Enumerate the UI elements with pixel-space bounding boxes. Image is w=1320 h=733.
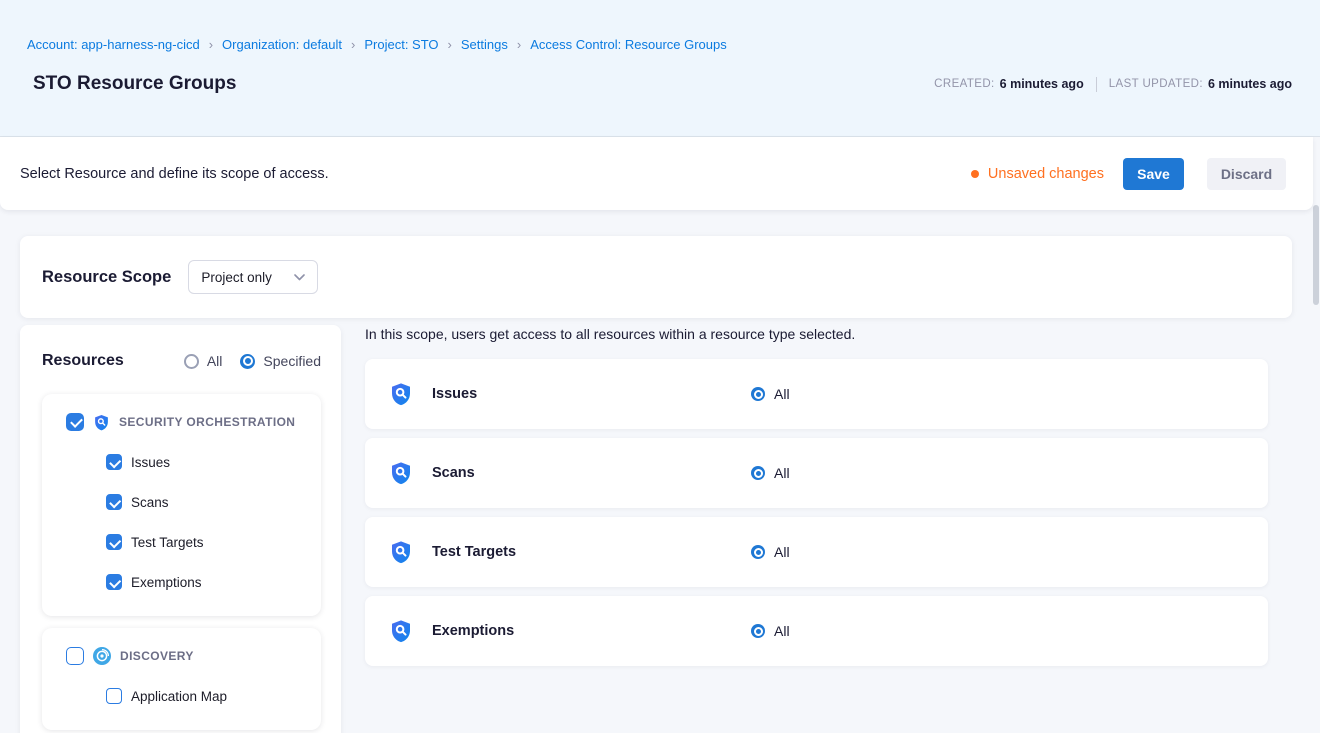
resource-row: Exemptions All (365, 596, 1268, 666)
chevron-down-icon (294, 274, 305, 281)
radio-option-specified[interactable]: Specified (240, 353, 321, 369)
resources-mode-radios: All Specified (184, 353, 321, 369)
discard-button[interactable]: Discard (1207, 158, 1286, 190)
shield-search-icon (389, 382, 413, 406)
scope-description: In this scope, users get access to all r… (365, 326, 1268, 342)
access-all-radio-icon[interactable] (751, 387, 765, 401)
resource-scope-selected-value: Project only (201, 270, 272, 285)
group-checkbox[interactable] (66, 413, 84, 431)
access-all-radio-icon[interactable] (751, 545, 765, 559)
resource-checkbox-item[interactable]: Scans (106, 482, 307, 522)
access-all-label: All (774, 623, 790, 639)
breadcrumb-separator-icon: › (517, 37, 521, 52)
access-all-label: All (774, 544, 790, 560)
resource-row: Test Targets All (365, 517, 1268, 587)
breadcrumb-item[interactable]: Account: app-harness-ng-cicd (27, 37, 200, 52)
radio-specified-label: Specified (263, 353, 321, 369)
shield-search-icon (389, 619, 413, 643)
radio-option-all[interactable]: All (184, 353, 223, 369)
resource-row-label: Issues (432, 386, 751, 402)
toolbar-description: Select Resource and define its scope of … (20, 166, 329, 182)
radio-specified-icon[interactable] (240, 354, 255, 369)
resource-checkbox-item[interactable]: Application Map (106, 676, 307, 716)
group-title: SECURITY ORCHESTRATION (119, 415, 295, 429)
item-label: Issues (131, 455, 170, 470)
last-updated-label: LAST UPDATED: (1109, 78, 1203, 90)
resource-scope-label: Resource Scope (42, 268, 171, 287)
group-items-list: Issues Scans Test Targets Exemptions (106, 442, 307, 602)
access-all-radio-icon[interactable] (751, 466, 765, 480)
created-value: 6 minutes ago (1000, 77, 1084, 91)
resource-row: Scans All (365, 438, 1268, 508)
resource-row-label: Scans (432, 465, 751, 481)
breadcrumb-separator-icon: › (209, 37, 213, 52)
resource-row-label: Exemptions (432, 623, 751, 639)
radio-all-icon[interactable] (184, 354, 199, 369)
access-all-radio-group[interactable]: All (751, 386, 790, 402)
access-all-radio-group[interactable]: All (751, 465, 790, 481)
resource-checkbox-item[interactable]: Test Targets (106, 522, 307, 562)
item-label: Application Map (131, 689, 227, 704)
unsaved-changes-indicator: Unsaved changes (971, 166, 1104, 182)
resource-row: Issues All (365, 359, 1268, 429)
created-label: CREATED: (934, 78, 995, 90)
last-updated-value: 6 minutes ago (1208, 77, 1292, 91)
resources-panel: Resources All Specified SECURITY ORCHEST… (20, 325, 341, 733)
resource-access-column: In this scope, users get access to all r… (365, 325, 1292, 675)
radio-all-label: All (207, 353, 223, 369)
shield-search-icon (389, 540, 413, 564)
item-label: Test Targets (131, 535, 204, 550)
access-all-label: All (774, 386, 790, 402)
breadcrumb-item[interactable]: Organization: default (222, 37, 342, 52)
resource-scope-select[interactable]: Project only (188, 260, 318, 294)
resource-checkbox-item[interactable]: Issues (106, 442, 307, 482)
meta-divider (1096, 77, 1097, 92)
main-content: Resource Scope Project only Resources Al… (0, 210, 1320, 733)
unsaved-dot-icon (971, 170, 979, 178)
page-header: Account: app-harness-ng-cicd › Organizatio… (0, 0, 1320, 137)
resource-group-card: SECURITY ORCHESTRATION Issues Scans Test Ta… (42, 394, 321, 616)
page-title: STO Resource Groups (33, 73, 236, 95)
resource-group-header: SECURITY ORCHESTRATION (66, 410, 307, 434)
shield-search-icon (93, 414, 110, 431)
group-title: DISCOVERY (120, 649, 194, 663)
shield-search-icon (389, 461, 413, 485)
item-label: Exemptions (131, 575, 202, 590)
breadcrumb-separator-icon: › (351, 37, 355, 52)
resource-group-header: DISCOVERY (66, 644, 307, 668)
breadcrumb-item[interactable]: Settings (461, 37, 508, 52)
breadcrumb: Account: app-harness-ng-cicd › Organizatio… (27, 0, 1292, 52)
item-checkbox[interactable] (106, 494, 122, 510)
resources-title: Resources (42, 352, 124, 370)
item-checkbox[interactable] (106, 454, 122, 470)
access-all-label: All (774, 465, 790, 481)
radar-icon (93, 647, 111, 665)
unsaved-changes-label: Unsaved changes (988, 166, 1104, 182)
resource-row-label: Test Targets (432, 544, 751, 560)
breadcrumb-item[interactable]: Project: STO (364, 37, 438, 52)
item-label: Scans (131, 495, 169, 510)
resource-scope-card: Resource Scope Project only (20, 236, 1292, 318)
access-all-radio-group[interactable]: All (751, 544, 790, 560)
breadcrumb-item[interactable]: Access Control: Resource Groups (530, 37, 727, 52)
item-checkbox[interactable] (106, 574, 122, 590)
meta-info: CREATED: 6 minutes ago LAST UPDATED: 6 m… (934, 77, 1292, 92)
resource-checkbox-item[interactable]: Exemptions (106, 562, 307, 602)
item-checkbox[interactable] (106, 688, 122, 704)
access-all-radio-group[interactable]: All (751, 623, 790, 639)
action-toolbar: Select Resource and define its scope of … (0, 137, 1313, 210)
group-items-list: Application Map (106, 676, 307, 716)
item-checkbox[interactable] (106, 534, 122, 550)
breadcrumb-separator-icon: › (448, 37, 452, 52)
group-checkbox[interactable] (66, 647, 84, 665)
save-button[interactable]: Save (1123, 158, 1184, 190)
resource-group-card: DISCOVERY Application Map (42, 628, 321, 730)
vertical-scrollbar[interactable] (1313, 205, 1319, 305)
access-all-radio-icon[interactable] (751, 624, 765, 638)
